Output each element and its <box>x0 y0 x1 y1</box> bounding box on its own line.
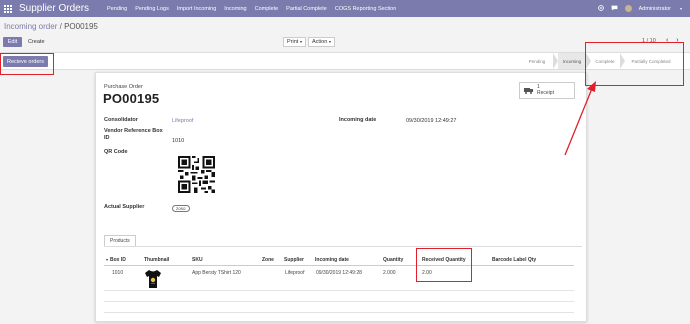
menu-partial-complete[interactable]: Partial Complete <box>282 6 331 12</box>
qr-code-label: QR Code <box>104 149 128 155</box>
col-barcode-label-qty[interactable]: Barcode Label Qty <box>492 257 536 263</box>
col-box-id-label: Box ID <box>110 257 126 263</box>
menu-complete[interactable]: Complete <box>251 6 283 12</box>
cell-incoming-date: 09/30/2019 12:49:28 <box>316 270 362 276</box>
empty-row <box>104 302 574 313</box>
bug-icon[interactable] <box>597 4 604 13</box>
col-box-id[interactable]: Box ID <box>106 257 126 263</box>
incoming-date-value: 09/30/2019 12:49:27 <box>406 118 457 124</box>
consolidator-value[interactable]: Lifeproof <box>172 118 193 124</box>
cell-supplier: Lifeproof <box>285 270 305 276</box>
breadcrumb: Incoming order / PO00195 <box>4 22 98 31</box>
breadcrumb-current: PO00195 <box>64 22 98 31</box>
col-sku[interactable]: SKU <box>192 257 203 263</box>
tab-divider <box>104 246 582 247</box>
sort-caret-icon <box>106 258 108 261</box>
col-supplier[interactable]: Supplier <box>284 257 304 263</box>
products-table: Box ID Thumbnail SKU Zone Supplier Incom… <box>104 254 574 324</box>
breadcrumb-parent[interactable]: Incoming order <box>4 22 57 31</box>
apps-menu-icon[interactable] <box>0 0 16 17</box>
receipt-label: Receipt <box>537 89 554 96</box>
print-label: Print <box>287 39 299 45</box>
consolidator-label: Consolidator <box>104 117 138 123</box>
vendor-reference-value: 1010 <box>172 138 185 144</box>
annotation-box-receive <box>0 53 54 75</box>
col-incoming-date[interactable]: Incoming date <box>315 257 349 263</box>
chevron-down-icon <box>329 41 332 43</box>
systray: Administrator <box>597 0 682 17</box>
cell-sku: App Bersty TShirt 120 <box>192 270 241 276</box>
main-menu: Pending Pending Logs Import Incoming Inc… <box>103 6 400 12</box>
chat-icon[interactable] <box>611 5 618 13</box>
empty-row <box>104 291 574 302</box>
table-row[interactable]: 1010 App Bersty TShirt 120 Lifeproof 09/… <box>104 266 574 291</box>
print-dropdown[interactable]: Print <box>283 37 307 47</box>
top-navbar: Supplier Orders Pending Pending Logs Imp… <box>0 0 690 17</box>
col-quantity[interactable]: Quantity <box>383 257 403 263</box>
menu-pending[interactable]: Pending <box>103 6 131 12</box>
breadcrumb-separator: / <box>59 22 62 31</box>
stage-pending[interactable]: Pending <box>520 53 554 69</box>
annotation-arrow <box>564 81 596 156</box>
record-type-label: Purchase Order <box>104 84 143 90</box>
chevron-down-icon <box>680 7 682 10</box>
action-label: Action <box>312 39 328 45</box>
truck-icon <box>524 87 533 94</box>
menu-cogs-reporting[interactable]: COGS Reporting Section <box>331 6 400 12</box>
create-button[interactable]: Create <box>25 37 48 47</box>
menu-pending-logs[interactable]: Pending Logs <box>131 6 173 12</box>
app-title[interactable]: Supplier Orders <box>19 3 89 14</box>
record-title: PO00195 <box>103 91 160 106</box>
actual-supplier-label: Actual Supplier <box>104 204 145 210</box>
table-header: Box ID Thumbnail SKU Zone Supplier Incom… <box>104 254 574 266</box>
user-menu[interactable]: Administrator <box>639 6 671 12</box>
actual-supplier-tag[interactable]: zoso <box>172 205 190 212</box>
action-dropdown[interactable]: Action <box>308 37 336 47</box>
vendor-reference-label: Vendor Reference Box ID <box>104 128 163 141</box>
form-sheet: Purchase Order PO00195 1 Receipt Consoli… <box>95 72 587 324</box>
annotation-box-received-qty <box>416 248 472 282</box>
cell-box-id: 1010 <box>112 270 124 276</box>
qr-code-image <box>178 156 215 193</box>
empty-row <box>104 313 574 324</box>
edit-button[interactable]: Edit <box>3 37 22 47</box>
menu-import-incoming[interactable]: Import Incoming <box>173 6 220 12</box>
cell-quantity: 2.000 <box>383 270 396 276</box>
col-zone[interactable]: Zone <box>262 257 274 263</box>
incoming-date-label: Incoming date <box>339 117 377 123</box>
chevron-down-icon <box>300 41 303 43</box>
col-thumbnail[interactable]: Thumbnail <box>144 257 169 263</box>
menu-incoming[interactable]: Incoming <box>220 6 250 12</box>
avatar[interactable] <box>624 5 632 12</box>
stage-incoming[interactable]: Incoming <box>558 53 586 69</box>
product-thumbnail <box>145 270 161 288</box>
